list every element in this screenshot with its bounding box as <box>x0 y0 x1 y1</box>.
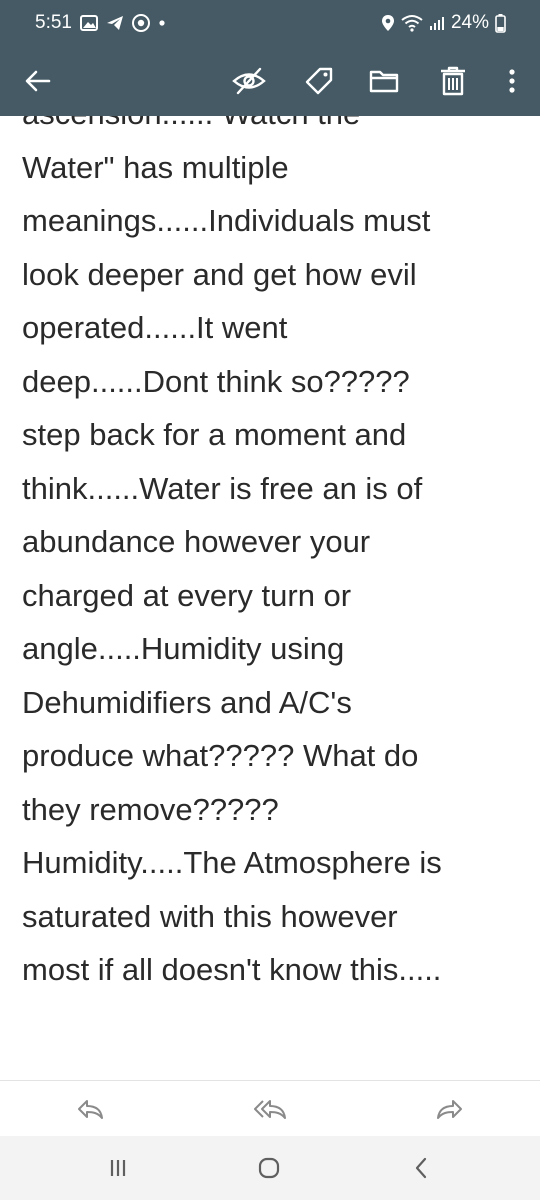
battery-percent: 24% <box>450 12 489 33</box>
trash-icon <box>441 66 465 96</box>
forward-button[interactable] <box>430 1089 470 1129</box>
gallery-icon <box>79 15 98 31</box>
forward-icon <box>437 1100 462 1119</box>
hide-button[interactable] <box>225 46 273 116</box>
chrome-icon <box>131 14 150 32</box>
recents-button[interactable] <box>98 1148 138 1188</box>
back-icon <box>415 1157 427 1179</box>
home-icon <box>258 1157 280 1179</box>
back-button[interactable] <box>14 46 62 116</box>
reply-all-button[interactable] <box>250 1089 290 1129</box>
more-options-button[interactable] <box>494 46 530 116</box>
back-arrow-icon <box>25 70 51 92</box>
reply-icon <box>78 1100 103 1119</box>
action-bar <box>0 1080 540 1137</box>
telegram-icon <box>106 15 124 31</box>
note-body: ascension...... Watch the Water" has mul… <box>22 116 442 987</box>
tag-button[interactable] <box>295 46 343 116</box>
signal-icon <box>429 15 445 31</box>
status-left: 5:51 <box>0 12 166 34</box>
location-icon <box>381 14 395 32</box>
wifi-icon <box>401 14 423 32</box>
reply-all-icon <box>254 1100 286 1119</box>
folder-button[interactable] <box>360 46 408 116</box>
notification-dot <box>158 19 166 27</box>
note-content[interactable]: ascension...... Watch the Water" has mul… <box>0 116 540 1080</box>
home-button[interactable] <box>249 1148 289 1188</box>
tag-icon <box>305 67 333 95</box>
reply-button[interactable] <box>70 1089 110 1129</box>
more-vert-icon <box>509 69 515 93</box>
status-bar: 5:51 24% <box>0 0 540 46</box>
system-back-button[interactable] <box>401 1148 441 1188</box>
status-right: 24% <box>381 12 540 34</box>
folder-icon <box>369 70 399 93</box>
hide-eye-icon <box>232 67 266 95</box>
status-time: 5:51 <box>35 12 72 33</box>
toolbar <box>0 46 540 116</box>
battery-icon <box>495 13 506 33</box>
delete-button[interactable] <box>429 46 477 116</box>
navigation-bar <box>0 1136 540 1200</box>
recents-icon <box>110 1160 126 1176</box>
